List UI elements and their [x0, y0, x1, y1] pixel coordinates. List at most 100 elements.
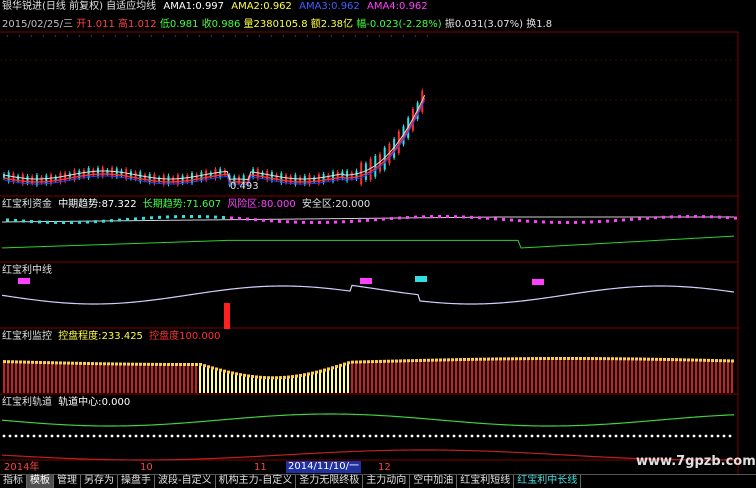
track-center-dot — [92, 434, 96, 438]
track-line — [1, 413, 735, 427]
track-center-dot — [158, 434, 162, 438]
control-dot — [239, 373, 242, 377]
price-candle-body — [214, 169, 217, 179]
axis-cursor-date: 2014/11/10/一 — [286, 461, 362, 473]
fund-dot — [366, 218, 369, 222]
control-dot — [679, 358, 682, 362]
fund-dot — [118, 218, 121, 222]
ama3-value: 0.962 — [331, 1, 360, 12]
track-center-dot — [128, 434, 132, 438]
control-dot — [23, 360, 26, 364]
tab-trader[interactable]: 操盘手 — [118, 475, 155, 488]
control-dot — [291, 375, 294, 379]
track-center-dot — [476, 434, 480, 438]
control-dot — [19, 360, 22, 364]
fund-dot — [462, 215, 465, 219]
track-center-dot — [230, 434, 234, 438]
track-center-dot — [584, 434, 588, 438]
fund-dot — [734, 216, 737, 220]
tab-template[interactable]: 模板 — [27, 475, 54, 488]
header-dot: · — [210, 32, 213, 41]
control-dot — [611, 357, 614, 361]
control-dot — [683, 358, 686, 362]
long-trend-value: 71.607 — [186, 199, 222, 210]
track-center-dot — [278, 434, 282, 438]
track-center-dot — [470, 434, 474, 438]
fund-dot — [150, 216, 153, 220]
control-dot — [547, 357, 550, 361]
fund-dot — [94, 220, 97, 224]
ama2-label: AMA2: — [231, 1, 264, 12]
tab-institution-custom[interactable]: 机构主力-自定义 — [216, 475, 297, 488]
header-dot: · — [354, 32, 357, 41]
price-candle-body — [303, 175, 306, 185]
track-center-dot — [596, 434, 600, 438]
control-dot — [519, 357, 522, 361]
track-center-dot — [554, 434, 558, 438]
risk-zone-value: 80.000 — [260, 199, 296, 210]
control-dot — [635, 357, 638, 361]
fund-dot — [406, 216, 409, 220]
control-dot — [395, 359, 398, 363]
track-center-dot — [248, 434, 252, 438]
control-dot — [655, 357, 658, 361]
tab-mid-long-line[interactable]: 红宝利中长线 — [514, 475, 582, 488]
header-dot: · — [42, 32, 45, 41]
track-center-dot — [524, 434, 528, 438]
chart-canvas[interactable]: · · · · · · · · · · · · · · · · · · · · · · · · · · · · · · · · · · · · — [0, 0, 756, 487]
fund-dot — [350, 219, 353, 223]
track-center-dot — [272, 434, 276, 438]
control-dot — [403, 359, 406, 363]
track-center-dot — [572, 434, 576, 438]
track-center-dot — [542, 434, 546, 438]
tab-short-line[interactable]: 红宝利短线 — [457, 475, 515, 488]
tab-main-force[interactable]: 主力动向 — [363, 475, 411, 488]
tab-refuel[interactable]: 空中加油 — [410, 475, 458, 488]
tab-indicator[interactable]: 指标 — [0, 475, 27, 488]
control-dot — [235, 372, 238, 376]
control-dot — [127, 362, 130, 366]
price-candle-body — [7, 172, 10, 182]
price-candle-body — [35, 175, 38, 185]
track-center-dot — [716, 434, 720, 438]
control-dot — [271, 376, 274, 380]
control-dot — [155, 362, 158, 366]
track-center-dot — [548, 434, 552, 438]
control-dot — [699, 358, 702, 362]
fund-dot — [158, 215, 161, 219]
track-center-dot — [422, 434, 426, 438]
control-dot — [215, 367, 218, 371]
fund-dot — [270, 219, 273, 223]
control-dot — [731, 359, 734, 363]
fund-dot — [382, 217, 385, 221]
control-dot — [515, 357, 518, 361]
track-center-dot — [728, 434, 732, 438]
price-candle-body — [111, 167, 114, 178]
control-dot — [27, 360, 30, 364]
control-dot — [231, 371, 234, 375]
track-center-dot — [308, 434, 312, 438]
full-control-value: 100.000 — [179, 331, 221, 342]
control-dot — [267, 376, 270, 380]
control-dot — [43, 361, 46, 365]
control-dot — [487, 357, 490, 361]
control-dot — [391, 359, 394, 363]
track-center-dot — [662, 434, 666, 438]
price-candle-body — [115, 168, 118, 178]
tab-manage[interactable]: 管理 — [54, 475, 81, 488]
tab-save-as[interactable]: 另存为 — [81, 475, 118, 488]
control-dot — [283, 375, 286, 379]
track-center-dot — [374, 434, 378, 438]
header-dot: · — [174, 32, 177, 41]
track-center-dot — [434, 434, 438, 438]
fund-dot — [622, 218, 625, 222]
control-dot — [615, 357, 618, 361]
track-center-dot — [704, 434, 708, 438]
price-candle-body — [59, 173, 62, 183]
control-dot — [75, 361, 78, 365]
fund-dot — [718, 215, 721, 219]
tab-ultimate[interactable]: 圣力无限终极 — [296, 475, 364, 488]
track-center-dot — [212, 434, 216, 438]
template-tab-bar: 指标 模板 管理 另存为 操盘手 波段-自定义 机构主力-自定义 圣力无限终极 … — [0, 474, 756, 488]
tab-wave-custom[interactable]: 波段-自定义 — [155, 475, 216, 488]
